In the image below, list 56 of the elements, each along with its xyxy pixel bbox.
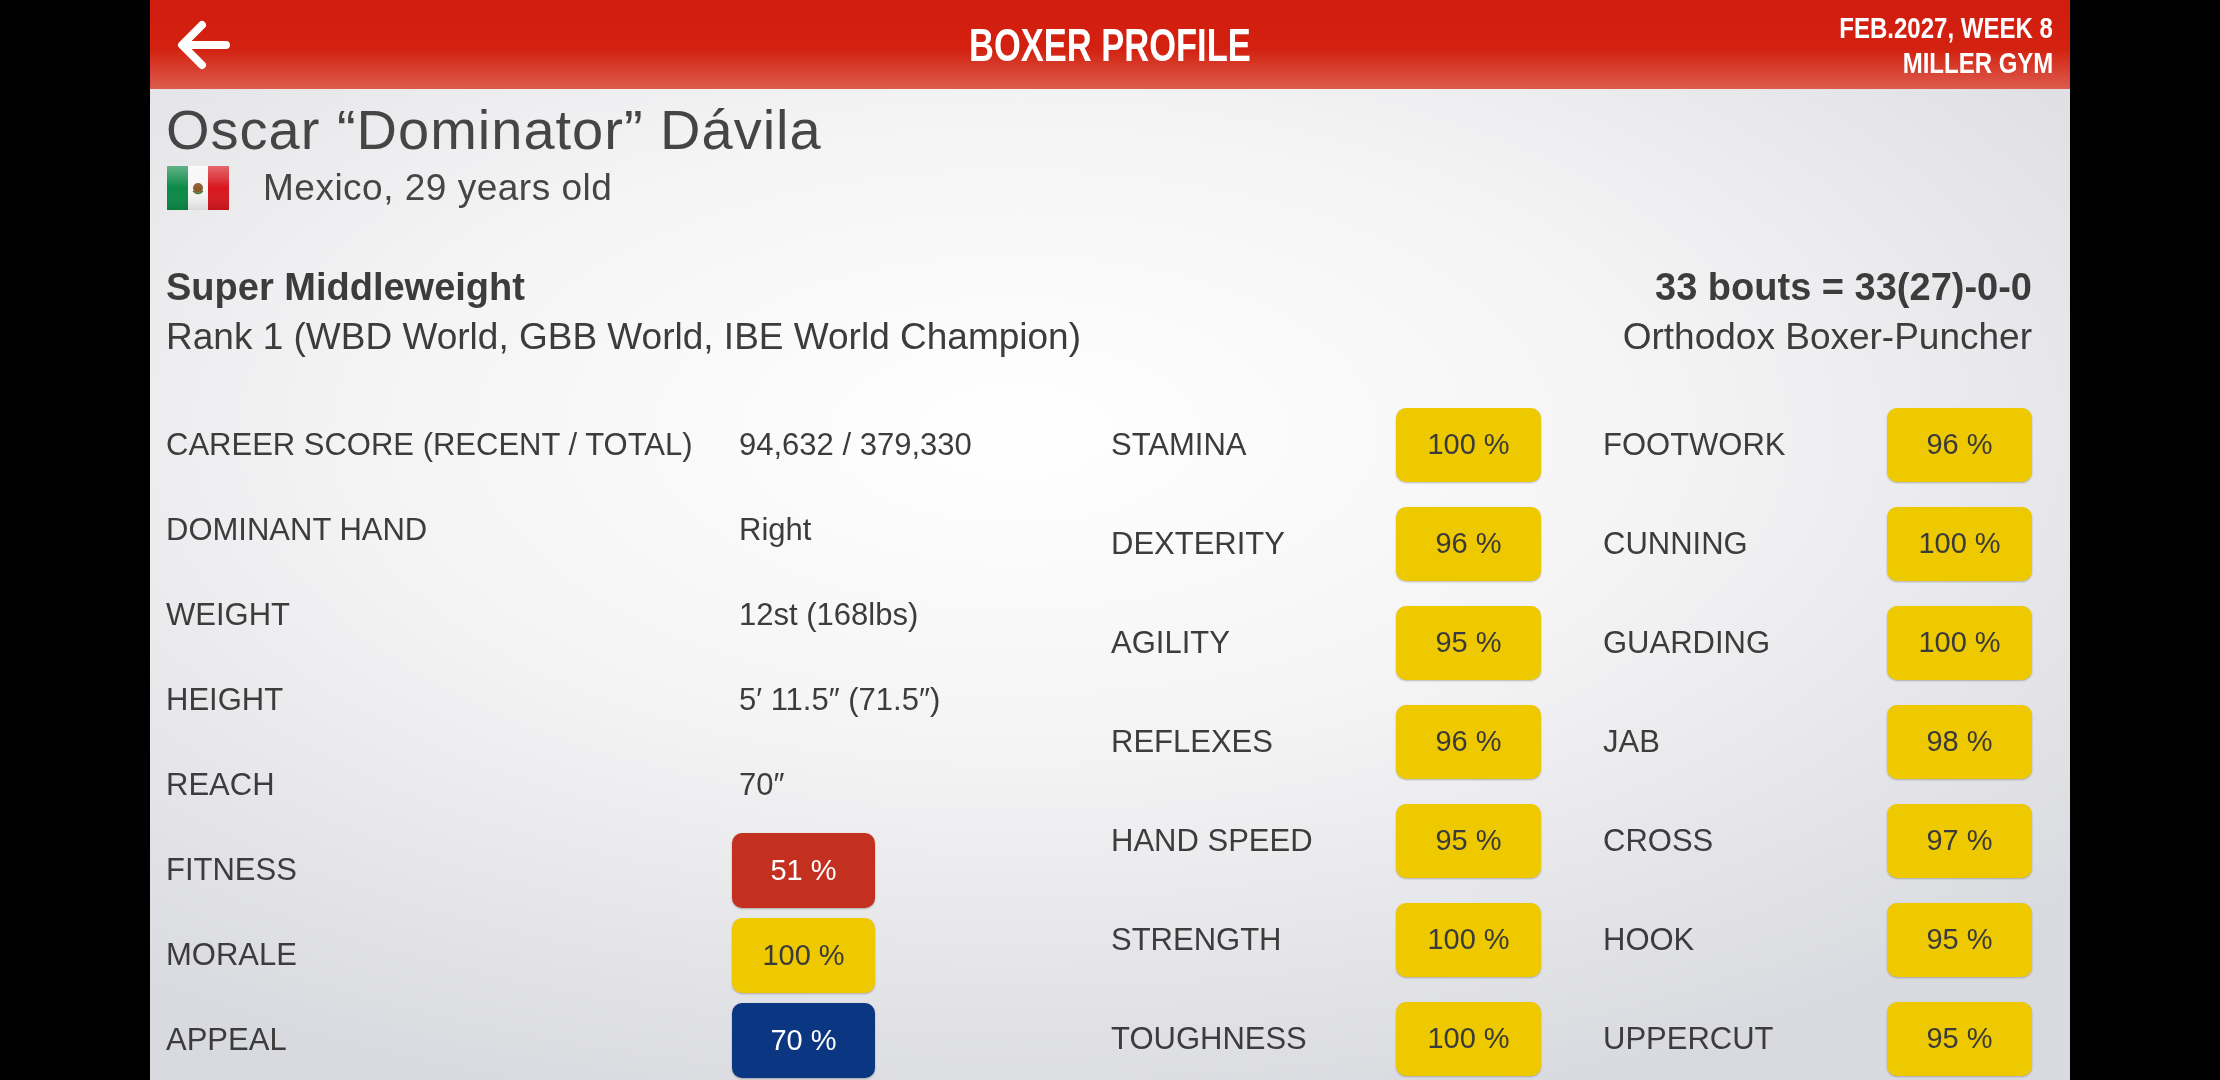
rating-badge: 98 % [1887,705,2032,779]
attribute-label: AGILITY [1111,623,1231,662]
stat-label: CAREER SCORE (RECENT / TOTAL) [166,426,694,465]
stat-label: MORALE [166,936,298,975]
rating-badge: 95 % [1887,903,2032,977]
rating-badge: 96 % [1396,507,1541,581]
stat-label: WEIGHT [166,596,291,635]
boxer-origin: Mexico, 29 years old [263,166,613,210]
attribute-label: GUARDING [1603,623,1772,662]
attribute-label: JAB [1603,722,1661,761]
flag-icon [167,166,229,210]
rating-badge: 100 % [1887,507,2032,581]
rating-badge: 95 % [1396,606,1541,680]
attribute-label: UPPERCUT [1603,1019,1775,1058]
stat-label: DOMINANT HAND [166,511,429,550]
attribute-label: CUNNING [1603,524,1749,563]
gym-name: MILLER GYM [1902,44,2053,80]
stat-value: 94,632 / 379,330 [738,426,972,465]
rating-badge: 100 % [1396,903,1541,977]
fight-record: 33 bouts = 33(27)-0-0 [1655,265,2032,310]
page-title: BOXER PROFILE [969,21,1251,68]
rank-text: Rank 1 (WBD World, GBB World, IBE World Champion) [166,315,1081,359]
rating-badge: 96 % [1887,408,2032,482]
rating-badge: 100 % [1887,606,2032,680]
boxer-name: Oscar “Dominator” Dávila [166,100,822,160]
attribute-label: STRENGTH [1111,920,1283,959]
attribute-label: STAMINA [1111,425,1248,464]
stat-value: 5′ 11.5″ (71.5″) [738,681,941,720]
attribute-label: DEXTERITY [1111,524,1286,563]
back-button[interactable] [177,19,230,70]
attribute-label: FOOTWORK [1603,425,1787,464]
rating-badge: 96 % [1396,705,1541,779]
stat-label: REACH [166,766,276,805]
stat-value: Right [738,511,812,550]
stat-value: 12st (168lbs) [738,596,919,635]
attribute-label: CROSS [1603,821,1715,860]
stat-label: HEIGHT [166,681,285,720]
rating-badge: 95 % [1887,1002,2032,1076]
stat-label: FITNESS [166,851,298,890]
attribute-label: HAND SPEED [1111,821,1314,860]
stat-label: APPEAL [166,1021,288,1060]
attribute-label: REFLEXES [1111,722,1274,761]
rating-badge: 51 % [732,833,875,908]
stat-value: 70″ [738,766,785,805]
rating-badge: 97 % [1887,804,2032,878]
arrow-left-icon [177,19,230,70]
fighting-style: Orthodox Boxer-Puncher [1622,315,2032,359]
rating-badge: 100 % [732,918,875,993]
rating-badge: 95 % [1396,804,1541,878]
rating-badge: 100 % [1396,408,1541,482]
date-label: FEB.2027, WEEK 8 [1839,9,2053,45]
attribute-label: HOOK [1603,920,1696,959]
attribute-label: TOUGHNESS [1111,1019,1308,1058]
rating-badge: 70 % [732,1003,875,1078]
rating-badge: 100 % [1396,1002,1541,1076]
weight-class: Super Middleweight [166,265,525,310]
